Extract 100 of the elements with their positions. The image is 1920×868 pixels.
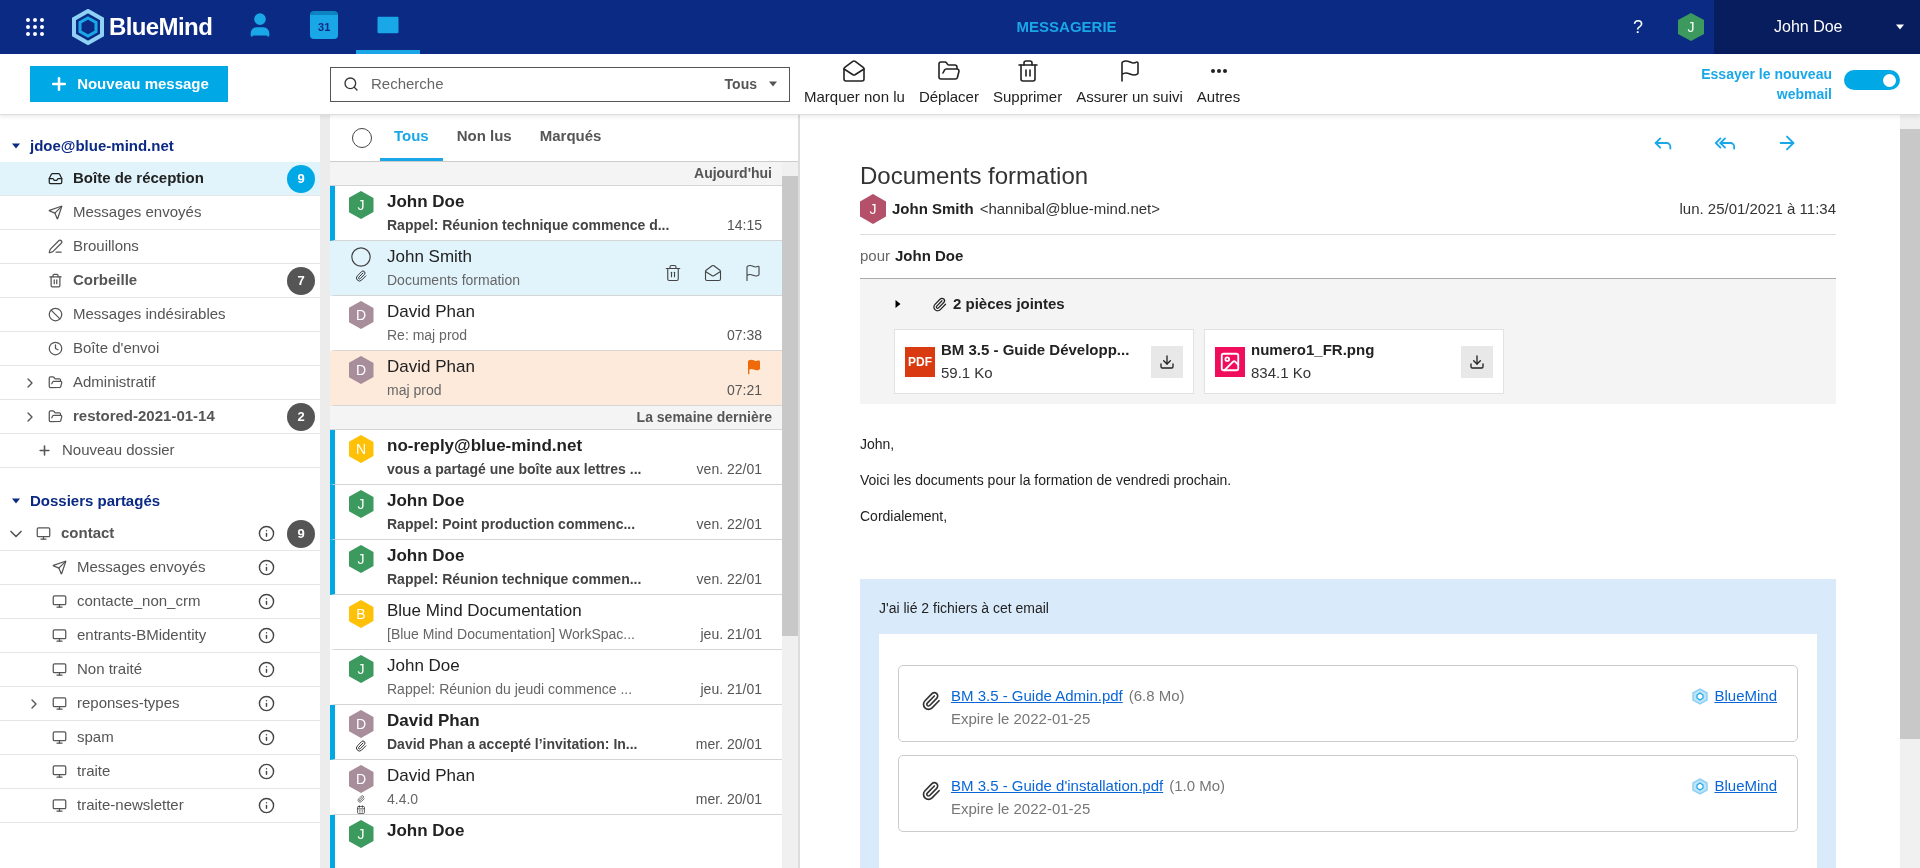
scrollbar[interactable] [1900, 115, 1920, 868]
toolbar-button[interactable]: Marquer non lu [804, 59, 905, 109]
caret-icon[interactable] [12, 497, 20, 505]
attachment-card[interactable]: PDF BM 3.5 - Guide Développ... 59.1 Ko [894, 329, 1194, 394]
trash-icon [1015, 59, 1040, 84]
shared-folders-header[interactable]: Dossiers partagés [0, 485, 320, 517]
info-icon[interactable] [258, 627, 275, 644]
monitor-icon [36, 526, 51, 541]
try-new-webmail-text: Essayer le nouveau [1701, 65, 1832, 84]
app-grid-icon[interactable] [23, 15, 47, 39]
file-link[interactable]: BM 3.5 - Guide d'installation.pdf [951, 775, 1164, 798]
message-item[interactable]: J John Doe Rappel: Point production commenc... ven. 22/01 [330, 485, 782, 540]
info-icon[interactable] [258, 661, 275, 678]
toggle-switch[interactable] [1844, 70, 1900, 90]
avatar: J [348, 820, 374, 848]
new-folder-button[interactable]: Nouveau dossier [0, 434, 320, 468]
search-field[interactable]: Recherche Tous [330, 66, 790, 102]
message-subject: maj prod [387, 380, 443, 400]
info-icon[interactable] [258, 695, 275, 712]
message-item[interactable]: J John Doe Rappel: Réunion technique commence d... 14:15 [330, 186, 782, 241]
trash-icon[interactable] [664, 264, 682, 282]
logo-icon [71, 9, 105, 45]
toolbar-button[interactable]: Assurer un suivi [1076, 59, 1183, 109]
folder-item[interactable]: traite [0, 755, 320, 789]
message-item[interactable]: D David Phan David Phan a accepté l’invitation: In... mer. 20/01 [330, 705, 782, 760]
folder-item[interactable]: Boîte d'envoi [0, 332, 320, 366]
email-date: lun. 25/01/2021 à 11:34 [1679, 198, 1836, 219]
provider-link[interactable]: BlueMind [1714, 775, 1777, 798]
sender-name: David Phan [387, 765, 476, 788]
info-icon[interactable] [258, 525, 275, 542]
select-checkbox[interactable] [350, 246, 372, 268]
caret-icon[interactable] [12, 142, 20, 150]
recipient-name: John Doe [895, 246, 964, 267]
message-subject: Rappel: Point production commenc... [387, 514, 637, 534]
info-icon[interactable] [258, 593, 275, 610]
download-icon [1469, 353, 1485, 370]
info-icon[interactable] [258, 559, 275, 576]
scope-dropdown[interactable]: Tous [724, 73, 777, 95]
folder-item[interactable]: Corbeille 7 [0, 264, 320, 298]
info-icon[interactable] [258, 729, 275, 746]
help-button[interactable]: ? [1633, 13, 1643, 41]
folder-item[interactable]: restored-2021-01-14 2 [0, 400, 320, 434]
filter-tab[interactable]: Marqués [525, 115, 616, 161]
toolbar-button[interactable]: Autres [1196, 59, 1241, 109]
message-subject: vous a partagé une boîte aux lettres ... [387, 459, 643, 479]
caret-icon[interactable] [769, 80, 777, 88]
sender-name: John Doe [387, 191, 466, 214]
sender-email: <hannibal@blue-mind.net> [979, 198, 1161, 219]
folder-item[interactable]: Messages envoyés [0, 196, 320, 230]
sender-name: David Phan [387, 301, 476, 324]
monitor-icon [52, 730, 67, 745]
paper-plane-icon [52, 560, 67, 575]
message-item[interactable]: John Smith Documents formation [330, 241, 782, 296]
avatar: J [348, 490, 374, 518]
download-button[interactable] [1461, 345, 1493, 378]
avatar: B [348, 600, 374, 628]
envelope-icon[interactable] [704, 264, 722, 282]
app-tab[interactable]: 31 [292, 0, 357, 54]
inbox-icon [48, 171, 63, 186]
folder-item[interactable]: traite-newsletter [0, 789, 320, 823]
scrollbar[interactable] [782, 162, 798, 868]
logo-text: BlueMind [109, 12, 213, 42]
toolbar-button[interactable]: Déplacer [918, 59, 979, 109]
folder-item[interactable]: contact 9 [0, 517, 320, 551]
folder-icon [48, 409, 63, 424]
folder-item[interactable]: contacte_non_crm [0, 585, 320, 619]
email-body-paragraph: John, [860, 435, 896, 454]
download-button[interactable] [1151, 345, 1183, 378]
caret-icon[interactable] [894, 300, 902, 308]
attachment-name: BM 3.5 - Guide Développ... [941, 340, 1131, 360]
flag-icon[interactable] [744, 264, 762, 282]
attachment-card[interactable]: numero1_FR.png 834.1 Ko [1204, 329, 1504, 394]
folder-item[interactable]: Messages indésirables [0, 298, 320, 332]
folder-item[interactable]: Messages envoyés [0, 551, 320, 585]
user-menu[interactable]: John Doe [1714, 0, 1920, 54]
folder-item[interactable]: spam [0, 721, 320, 755]
calendar-icon[interactable]: 31 [310, 11, 339, 39]
provider-link[interactable]: BlueMind [1714, 685, 1777, 708]
folder-item[interactable]: Boîte de réception 9 [0, 162, 320, 196]
caret-icon[interactable] [1896, 23, 1904, 31]
info-icon[interactable] [258, 797, 275, 814]
folder-item[interactable]: Administratif [0, 366, 320, 400]
account-header[interactable]: jdoe@blue-mind.net [0, 130, 320, 162]
folder-item[interactable]: Non traité [0, 653, 320, 687]
folder-item[interactable]: Brouillons [0, 230, 320, 264]
file-link[interactable]: BM 3.5 - Guide Admin.pdf [951, 685, 1123, 708]
message-subject: David Phan a accepté l’invitation: In... [387, 734, 639, 754]
date-group-header: Aujourd'hui [694, 164, 772, 183]
sender-name: Blue Mind Documentation [387, 600, 583, 623]
monitor-icon [52, 798, 67, 813]
info-icon[interactable] [258, 763, 275, 780]
message-item[interactable]: D David Phan maj prod 07:21 [330, 351, 782, 406]
toolbar-button[interactable]: Supprimer [992, 59, 1063, 109]
folder-item[interactable]: reponses-types [0, 687, 320, 721]
filter-tab[interactable]: Non lus [442, 115, 526, 161]
attachment-name: numero1_FR.png [1251, 340, 1376, 360]
message-item[interactable]: J John Doe Rappel: Réunion technique commen... ven. 22/01 [330, 540, 782, 595]
select-all-checkbox[interactable] [352, 128, 372, 148]
folder-item[interactable]: entrants-BMidentity [0, 619, 320, 653]
message-item[interactable]: N no-reply@blue-mind.net vous a partagé une boîte aux lettres ... ven. 22/01 [330, 430, 782, 485]
